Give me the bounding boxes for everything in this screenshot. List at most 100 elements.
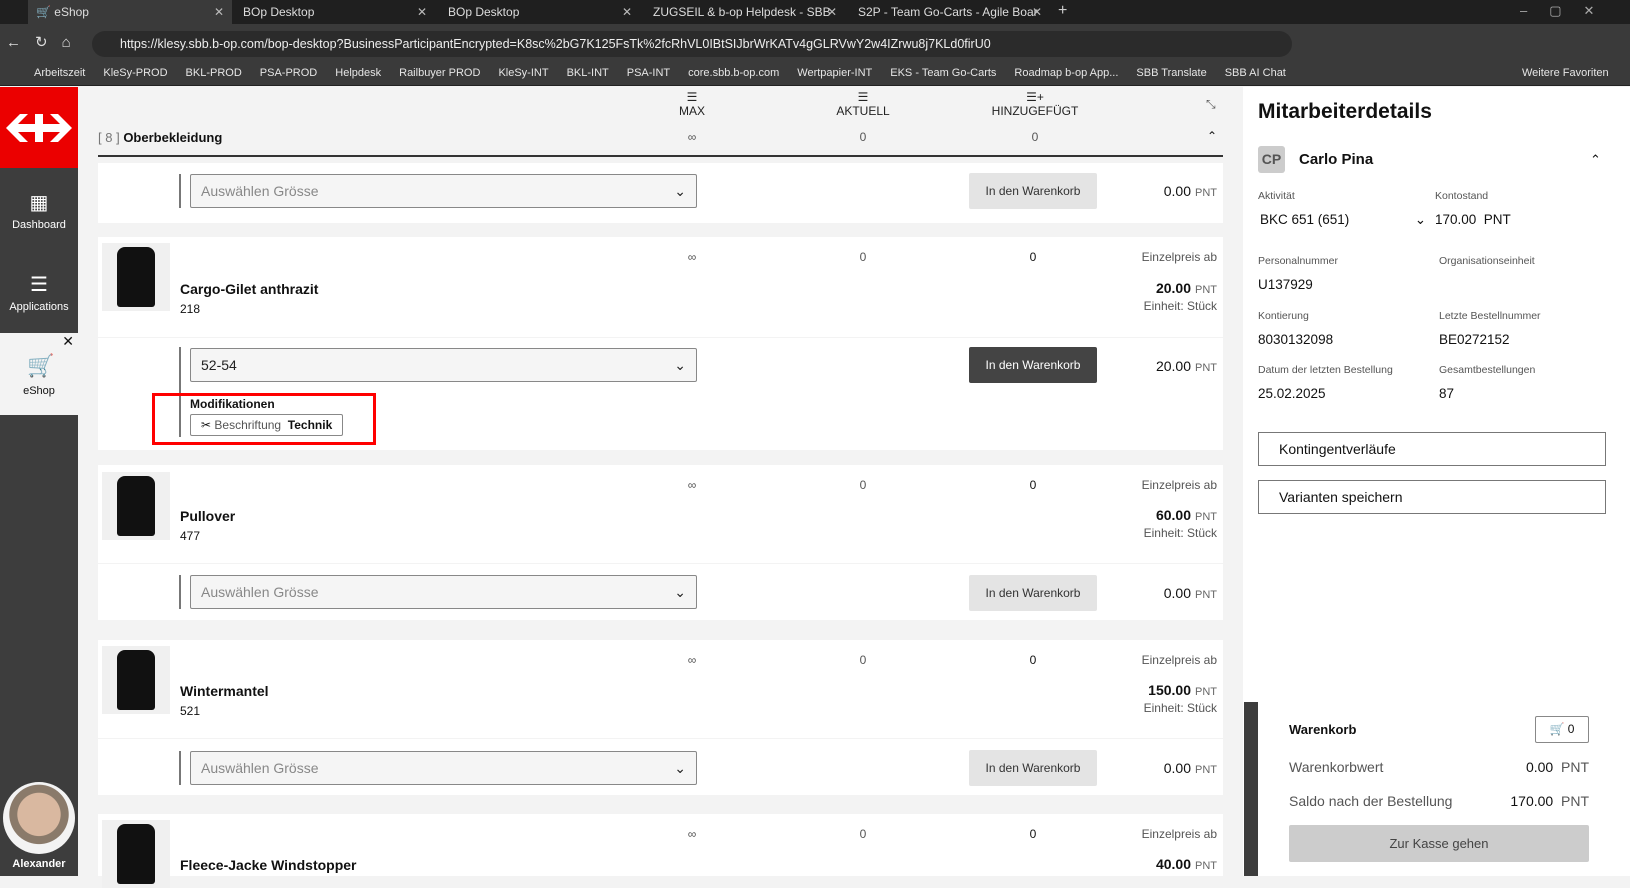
product-image[interactable]	[102, 646, 170, 714]
bookmark[interactable]: SBB Translate	[1136, 60, 1206, 86]
line-price: 0.00 PNT	[1163, 760, 1217, 776]
product-image[interactable]	[102, 820, 170, 888]
bookmark[interactable]: Wertpapier-INT	[797, 60, 872, 86]
cart-count-button[interactable]: 🛒 0	[1535, 716, 1589, 743]
close-tab-icon[interactable]: ✕	[827, 5, 837, 19]
max-icon: ☰	[686, 90, 698, 104]
add-list-icon: ☰+	[1026, 90, 1044, 104]
chevron-down-icon: ⌄	[674, 584, 686, 600]
bookmark[interactable]: KleSy-INT	[498, 60, 548, 86]
current-value: 0	[859, 827, 867, 841]
bookmark[interactable]: PSA-PROD	[260, 60, 317, 86]
close-tab-icon[interactable]: ✕	[417, 5, 427, 19]
product-image[interactable]	[102, 243, 170, 311]
current-value: 0	[859, 653, 867, 667]
current-icon: ☰	[857, 90, 869, 104]
more-favorites[interactable]: Weitere Favoriten	[1522, 60, 1609, 86]
bookmark[interactable]: EKS - Team Go-Carts	[890, 60, 996, 86]
product-number: 521	[180, 704, 201, 718]
tab-helpdesk[interactable]: ZUGSEIL & b-op Helpdesk - SBB ✕	[645, 0, 845, 24]
user-avatar[interactable]	[3, 782, 75, 854]
chevron-up-icon[interactable]: ⌃	[1590, 152, 1601, 168]
column-max: ☰ MAX	[632, 90, 752, 118]
personnel-label: Personalnummer	[1258, 255, 1338, 267]
sbb-logo[interactable]	[0, 87, 78, 168]
menu-icon: ☰	[30, 274, 48, 296]
bookmark[interactable]: Helpdesk	[335, 60, 381, 86]
price-label: Einzelpreis ab	[1141, 827, 1217, 841]
url-input[interactable]: https://klesy.sbb.b-op.com/bop-desktop?B…	[92, 31, 1292, 57]
cart-title: Warenkorb	[1289, 722, 1357, 737]
category-header[interactable]: [ 8 ] Oberbekleidung	[98, 130, 222, 145]
category-max: ∞	[687, 130, 697, 144]
size-select[interactable]: Auswählen Grösse ⌄	[190, 174, 697, 208]
tab-bop-desktop-2[interactable]: BOp Desktop ✕	[440, 0, 640, 24]
add-to-cart-button[interactable]: In den Warenkorb	[969, 347, 1097, 383]
size-select[interactable]: Auswählen Grösse ⌄	[190, 575, 697, 609]
divider	[179, 174, 181, 208]
modifications-title: Modifikationen	[190, 397, 275, 411]
bookmark-list: Arbeitszeit KleSy-PROD BKL-PROD PSA-PROD…	[34, 60, 1286, 86]
line-price: 0.00 PNT	[1163, 183, 1217, 199]
divider	[179, 575, 181, 609]
bookmark[interactable]: Arbeitszeit	[34, 60, 85, 86]
add-to-cart-button[interactable]: In den Warenkorb	[969, 750, 1097, 786]
activity-select[interactable]: BKC 651 (651) ⌄	[1260, 212, 1426, 227]
cart-value: 0.00 PNT	[1525, 759, 1589, 775]
close-tab-icon[interactable]: ✕	[1032, 5, 1042, 19]
product-image[interactable]	[102, 472, 170, 540]
line-price: 20.00 PNT	[1155, 358, 1217, 374]
balance-after-label: Saldo nach der Bestellung	[1289, 793, 1453, 809]
save-variants-button[interactable]: Varianten speichern	[1258, 480, 1606, 514]
current-value: 0	[859, 250, 867, 264]
balance-after-value: 170.00 PNT	[1510, 793, 1589, 809]
bookmark[interactable]: Railbuyer PROD	[399, 60, 480, 86]
balance-value: 170.00 PNT	[1435, 212, 1511, 227]
sidebar-item-eshop[interactable]: ✕ 🛒 eShop	[0, 333, 78, 415]
product-name[interactable]: Cargo-Gilet anthrazit	[180, 281, 318, 297]
window-controls[interactable]: –▢✕	[1520, 3, 1616, 19]
unit-price: 60.00 PNT	[1155, 507, 1217, 523]
size-select[interactable]: Auswählen Grösse ⌄	[190, 751, 697, 785]
dashboard-icon: ▦	[29, 192, 49, 214]
product-name[interactable]: Fleece-Jacke Windstopper	[180, 857, 357, 873]
modification-chip[interactable]: ✂ Beschriftung Technik	[190, 414, 344, 436]
chevron-down-icon: ⌄	[674, 760, 686, 776]
activity-label: Aktivität	[1258, 190, 1295, 202]
quota-history-button[interactable]: Kontingentverläufe	[1258, 432, 1606, 466]
chevron-down-icon: ⌄	[674, 357, 686, 373]
collapse-icon[interactable]: ⤡	[1206, 97, 1216, 112]
nav-buttons[interactable]: ←↻⌂	[6, 33, 85, 51]
cart-handle[interactable]	[1244, 702, 1258, 876]
balance-label: Kontostand	[1435, 190, 1489, 202]
chevron-up-icon[interactable]: ⌃	[1207, 129, 1217, 143]
sidebar-item-applications[interactable]: ☰ Applications	[0, 272, 78, 313]
bookmark[interactable]: core.sbb.b-op.com	[688, 60, 779, 86]
bookmark[interactable]: BKL-PROD	[186, 60, 242, 86]
last-order-value: BE0272152	[1439, 332, 1510, 347]
close-tab-icon[interactable]: ✕	[622, 5, 632, 19]
bookmark[interactable]: BKL-INT	[567, 60, 609, 86]
size-select[interactable]: 52-54 ⌄	[190, 348, 697, 382]
tab-eshop[interactable]: 🛒 eShop ✕	[28, 0, 232, 24]
bookmark[interactable]: SBB AI Chat	[1225, 60, 1286, 86]
bookmark[interactable]: KleSy-PROD	[103, 60, 167, 86]
add-to-cart-button[interactable]: In den Warenkorb	[969, 173, 1097, 209]
bookmark[interactable]: Roadmap b-op App...	[1014, 60, 1118, 86]
bookmark[interactable]: PSA-INT	[627, 60, 670, 86]
checkout-button[interactable]: Zur Kasse gehen	[1289, 825, 1589, 862]
tab-s2p[interactable]: S2P - Team Go-Carts - Agile Boar ✕	[850, 0, 1050, 24]
close-icon[interactable]: ✕	[62, 333, 74, 350]
sidebar-item-dashboard[interactable]: ▦ Dashboard	[0, 190, 78, 231]
org-label: Organisationseinheit	[1439, 255, 1535, 267]
max-value: ∞	[687, 653, 697, 667]
cart-icon: 🛒	[27, 353, 55, 378]
tab-bop-desktop[interactable]: BOp Desktop ✕	[235, 0, 435, 24]
close-tab-icon[interactable]: ✕	[214, 5, 224, 19]
product-name[interactable]: Pullover	[180, 508, 235, 524]
add-to-cart-button[interactable]: In den Warenkorb	[969, 575, 1097, 611]
product-name[interactable]: Wintermantel	[180, 683, 269, 699]
user-name: Alexander	[12, 858, 66, 870]
cart-icon: 🛒	[36, 5, 55, 19]
new-tab-button[interactable]: +	[1058, 2, 1067, 20]
